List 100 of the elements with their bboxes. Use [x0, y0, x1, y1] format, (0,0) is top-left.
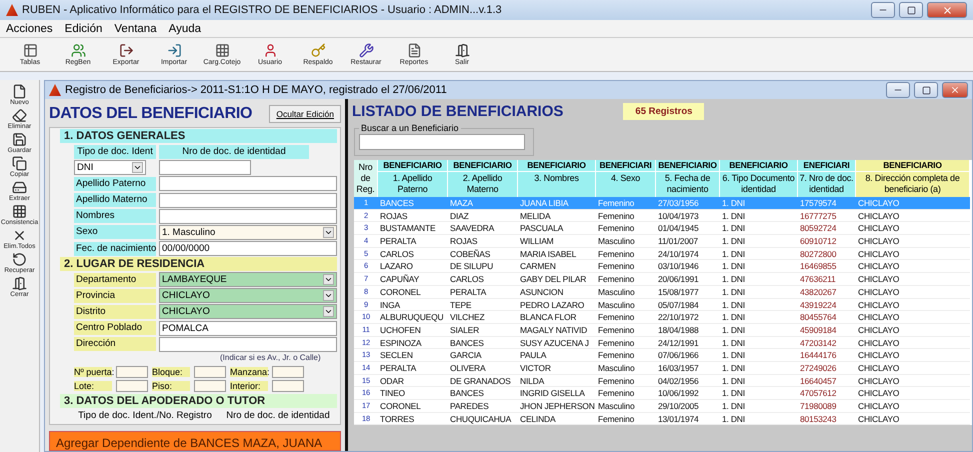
- table-cell[interactable]: Femenino: [596, 311, 656, 324]
- table-cell[interactable]: 29/10/2005: [656, 400, 720, 413]
- table-cell[interactable]: CHICLAYO: [856, 374, 970, 388]
- table-cell[interactable]: Femenino: [596, 260, 656, 274]
- table-cell[interactable]: Masculino: [596, 362, 656, 375]
- table-cell[interactable]: PAULA: [518, 349, 596, 362]
- table-cell[interactable]: 1. DNI: [720, 298, 798, 312]
- table-cell[interactable]: 05/07/1984: [656, 298, 720, 312]
- table-cell[interactable]: ROJAS: [378, 210, 448, 222]
- table-cell[interactable]: CHICLAYO: [856, 260, 970, 274]
- input-field[interactable]: [272, 366, 304, 378]
- dropdown-field[interactable]: CHICLAYO: [159, 288, 337, 304]
- table-cell[interactable]: 16/03/1957: [656, 362, 720, 375]
- dropdown-field[interactable]: DNI: [74, 160, 146, 176]
- menu-item[interactable]: Acciones: [6, 22, 53, 34]
- table-cell[interactable]: Femenino: [596, 349, 656, 362]
- add-dependent-bar[interactable]: Agregar Dependiente de BANCES MAZA, JUANA: [49, 431, 341, 451]
- table-cell[interactable]: PASCUALA: [518, 222, 596, 236]
- dropdown-field[interactable]: 1. Masculino: [159, 224, 337, 240]
- table-cell[interactable]: 47203142: [798, 336, 856, 350]
- maximize-button[interactable]: [899, 2, 923, 18]
- table-cell[interactable]: JHON JEPHERSON: [518, 400, 596, 413]
- table-cell[interactable]: 24/10/1974: [656, 248, 720, 260]
- menu-item[interactable]: Ventana: [114, 22, 157, 34]
- table-cell[interactable]: 20/06/1991: [656, 273, 720, 286]
- dropdown-field[interactable]: CHICLAYO: [159, 304, 337, 320]
- table-cell[interactable]: PEDRO LAZARO: [518, 298, 596, 312]
- table-cell[interactable]: 1. DNI: [720, 260, 798, 274]
- table-cell[interactable]: 16640457: [798, 374, 856, 388]
- table-cell[interactable]: NILDA: [518, 374, 596, 388]
- table-cell[interactable]: 15/08/1977: [656, 286, 720, 298]
- table-cell[interactable]: 16777275: [798, 210, 856, 222]
- input-field[interactable]: [272, 380, 304, 392]
- table-cell[interactable]: CORONEL: [378, 400, 448, 413]
- table-cell[interactable]: 1. DNI: [720, 311, 798, 324]
- dropdown-field[interactable]: LAMBAYEQUE: [159, 272, 337, 288]
- table-cell[interactable]: INGRID GISELLA: [518, 387, 596, 400]
- table-cell[interactable]: DIAZ: [448, 210, 518, 222]
- table-cell[interactable]: 1. DNI: [720, 412, 798, 426]
- table-cell[interactable]: Femenino: [596, 324, 656, 337]
- table-cell[interactable]: Femenino: [596, 412, 656, 426]
- close-button[interactable]: [927, 2, 967, 18]
- table-cell[interactable]: 10/06/1992: [656, 387, 720, 400]
- table-cell[interactable]: Femenino: [596, 210, 656, 222]
- table-cell[interactable]: Femenino: [596, 336, 656, 350]
- table-cell[interactable]: 47057612: [798, 387, 856, 400]
- table-cell[interactable]: 16469855: [798, 260, 856, 274]
- table-cell[interactable]: VILCHEZ: [448, 311, 518, 324]
- input-field[interactable]: [194, 366, 226, 378]
- table-cell[interactable]: CAPUÑAY: [378, 273, 448, 286]
- table-cell[interactable]: TORRES: [378, 412, 448, 426]
- input-field[interactable]: [116, 366, 148, 378]
- table-cell[interactable]: TINEO: [378, 387, 448, 400]
- table-cell[interactable]: LAZARO: [378, 260, 448, 274]
- table-cell[interactable]: Masculino: [596, 400, 656, 413]
- table-cell[interactable]: BANCES: [448, 336, 518, 350]
- table-cell[interactable]: MELIDA: [518, 210, 596, 222]
- table-cell[interactable]: 24/12/1991: [656, 336, 720, 350]
- table-cell[interactable]: BLANCA FLOR: [518, 311, 596, 324]
- table-cell[interactable]: 07/06/1966: [656, 349, 720, 362]
- table-cell[interactable]: GABY DEL PILAR: [518, 273, 596, 286]
- table-cell[interactable]: SUSY AZUCENA J: [518, 336, 596, 350]
- table-cell[interactable]: CHUQUICAHUA: [448, 412, 518, 426]
- table-cell[interactable]: 1. DNI: [720, 210, 798, 222]
- table-cell[interactable]: 04/02/1956: [656, 374, 720, 388]
- menu-item[interactable]: Edición: [64, 22, 102, 34]
- table-cell[interactable]: 1. DNI: [720, 273, 798, 286]
- table-cell[interactable]: CHICLAYO: [856, 400, 970, 413]
- table-cell[interactable]: SAAVEDRA: [448, 222, 518, 236]
- table-cell[interactable]: CHICLAYO: [856, 210, 970, 222]
- table-cell[interactable]: 1. DNI: [720, 336, 798, 350]
- input-field[interactable]: [116, 380, 148, 392]
- table-cell[interactable]: PAREDES: [448, 400, 518, 413]
- table-cell[interactable]: 1. DNI: [720, 387, 798, 400]
- table-cell[interactable]: Masculino: [596, 235, 656, 248]
- input-field[interactable]: [159, 192, 337, 208]
- table-cell[interactable]: 71980089: [798, 400, 856, 413]
- table-cell[interactable]: Femenino: [596, 248, 656, 260]
- table-cell[interactable]: Femenino: [596, 273, 656, 286]
- input-field[interactable]: [194, 380, 226, 392]
- table-cell[interactable]: CHICLAYO: [856, 412, 970, 426]
- table-cell[interactable]: 13/01/1974: [656, 412, 720, 426]
- table-cell[interactable]: Femenino: [596, 387, 656, 400]
- table-cell[interactable]: TEPE: [448, 298, 518, 312]
- table-cell[interactable]: 1. DNI: [720, 222, 798, 236]
- table-cell[interactable]: ODAR: [378, 374, 448, 388]
- table-cell[interactable]: ESPINOZA: [378, 336, 448, 350]
- table-cell[interactable]: CHICLAYO: [856, 336, 970, 350]
- table-cell[interactable]: 03/10/1946: [656, 260, 720, 274]
- input-field[interactable]: [159, 176, 337, 192]
- table-cell[interactable]: CHICLAYO: [856, 235, 970, 248]
- input-field[interactable]: POMALCA: [159, 320, 337, 336]
- table-cell[interactable]: CHICLAYO: [856, 349, 970, 362]
- input-field[interactable]: [159, 160, 251, 176]
- table-cell[interactable]: DE GRANADOS: [448, 374, 518, 388]
- table-cell[interactable]: 16444176: [798, 349, 856, 362]
- input-field[interactable]: [159, 336, 337, 352]
- table-cell[interactable]: CHICLAYO: [856, 298, 970, 312]
- table-cell[interactable]: 47636211: [798, 273, 856, 286]
- search-field[interactable]: [359, 134, 525, 150]
